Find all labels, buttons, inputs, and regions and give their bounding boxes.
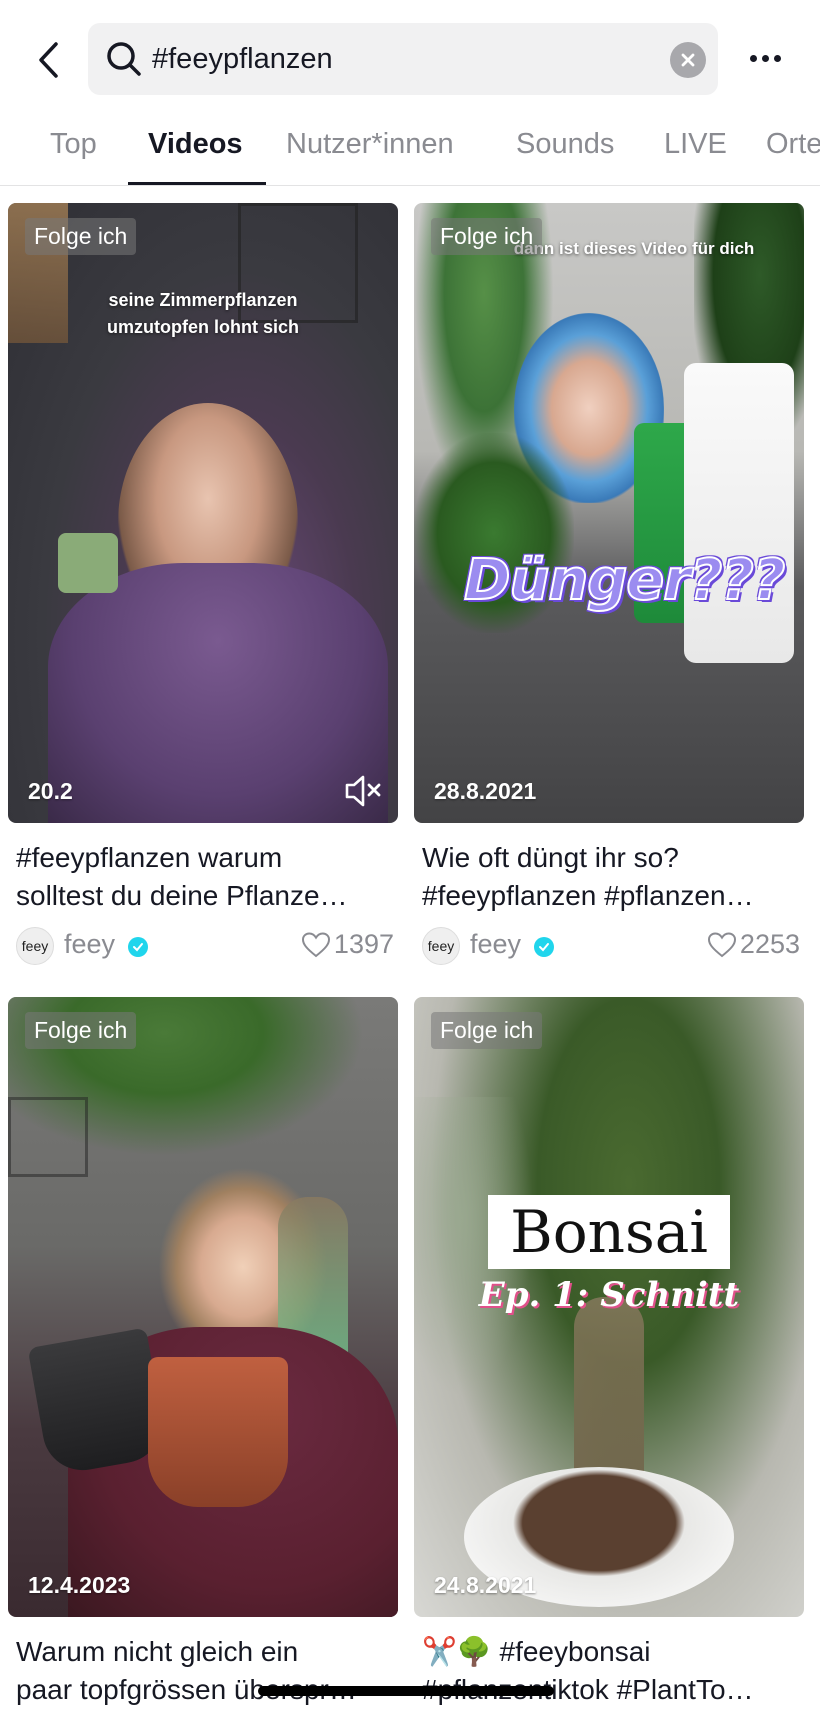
more-dot-icon (761, 54, 769, 62)
tab-top[interactable]: Top (50, 128, 97, 161)
close-icon (681, 53, 695, 67)
search-icon (107, 42, 141, 76)
video-caption[interactable]: #feeypflanzen warum solltest du deine Pf… (16, 839, 392, 915)
video-thumbnail[interactable]: dann ist dieses Video für dich Dünger???… (414, 203, 804, 823)
avatar[interactable]: feey (16, 927, 54, 965)
video-date: 24.8.2021 (434, 1572, 537, 1598)
more-dot-icon (773, 54, 781, 62)
like-count: 1397 (301, 929, 394, 960)
wall-shelf-decoration (8, 1097, 88, 1177)
video-caption[interactable]: ✂️🌳 #feeybonsai #pflanzentiktok #PlantTo… (422, 1633, 798, 1709)
search-input[interactable] (152, 35, 642, 83)
following-badge: Folge ich (431, 218, 543, 255)
tab-videos[interactable]: Videos (148, 128, 243, 161)
chevron-left-icon (39, 42, 58, 78)
video-caption[interactable]: Wie oft düngt ihr so? #feeypflanzen #pfl… (422, 839, 798, 915)
clear-search-button[interactable] (670, 42, 706, 78)
avatar[interactable]: feey (422, 927, 460, 965)
video-overlay-subtitle: Ep. 1: Schnitt (478, 1275, 740, 1315)
search-box[interactable] (88, 23, 718, 95)
verified-badge-icon (534, 937, 554, 957)
following-badge: Folge ich (25, 218, 137, 255)
heart-icon (707, 931, 736, 957)
tab-sounds[interactable]: Sounds (516, 128, 614, 161)
following-badge: Folge ich (431, 1012, 543, 1049)
author-name[interactable]: feey (470, 929, 521, 960)
terracotta-pot (148, 1357, 288, 1507)
video-thumbnail[interactable]: Folge ich 12.4.2023 (8, 997, 398, 1617)
top-bar (0, 0, 820, 110)
more-options-button[interactable] (740, 40, 790, 76)
back-button[interactable] (30, 36, 66, 84)
heart-icon (301, 931, 330, 957)
video-meta: feey feey 1397 (16, 927, 394, 967)
tab-live[interactable]: LIVE (664, 128, 727, 161)
verified-badge-icon (128, 937, 148, 957)
video-overlay-title: Bonsai (488, 1195, 730, 1269)
video-meta: feey feey 2253 (422, 927, 800, 967)
small-plant (58, 533, 118, 593)
tab-users[interactable]: Nutzer*innen (286, 128, 454, 161)
video-overlay-text: seine Zimmerpflanzen umzutopfen lohnt si… (107, 290, 299, 337)
search-tabs: Top Videos Nutzer*innen Sounds LIVE Orte (0, 110, 820, 186)
video-caption[interactable]: Warum nicht gleich ein paar topfgrössen … (16, 1633, 392, 1709)
video-thumbnail[interactable]: seine Zimmerpflanzen umzutopfen lohnt si… (8, 203, 398, 823)
muted-speaker-icon[interactable] (344, 773, 384, 809)
video-date: 20.2 (28, 778, 73, 804)
purple-shirt (48, 563, 388, 823)
video-date: 28.8.2021 (434, 778, 537, 804)
tab-places[interactable]: Orte (766, 128, 820, 161)
video-thumbnail[interactable]: Bonsai Ep. 1: Schnitt Folge ich 24.8.202… (414, 997, 804, 1617)
video-date: 12.4.2023 (28, 1572, 131, 1598)
active-tab-indicator (128, 182, 266, 185)
white-bottle (684, 363, 794, 663)
home-indicator[interactable] (258, 1686, 554, 1696)
like-count: 2253 (707, 929, 800, 960)
following-badge: Folge ich (25, 1012, 137, 1049)
more-dot-icon (749, 54, 757, 62)
video-overlay-title: Dünger??? (463, 547, 786, 614)
author-name[interactable]: feey (64, 929, 115, 960)
